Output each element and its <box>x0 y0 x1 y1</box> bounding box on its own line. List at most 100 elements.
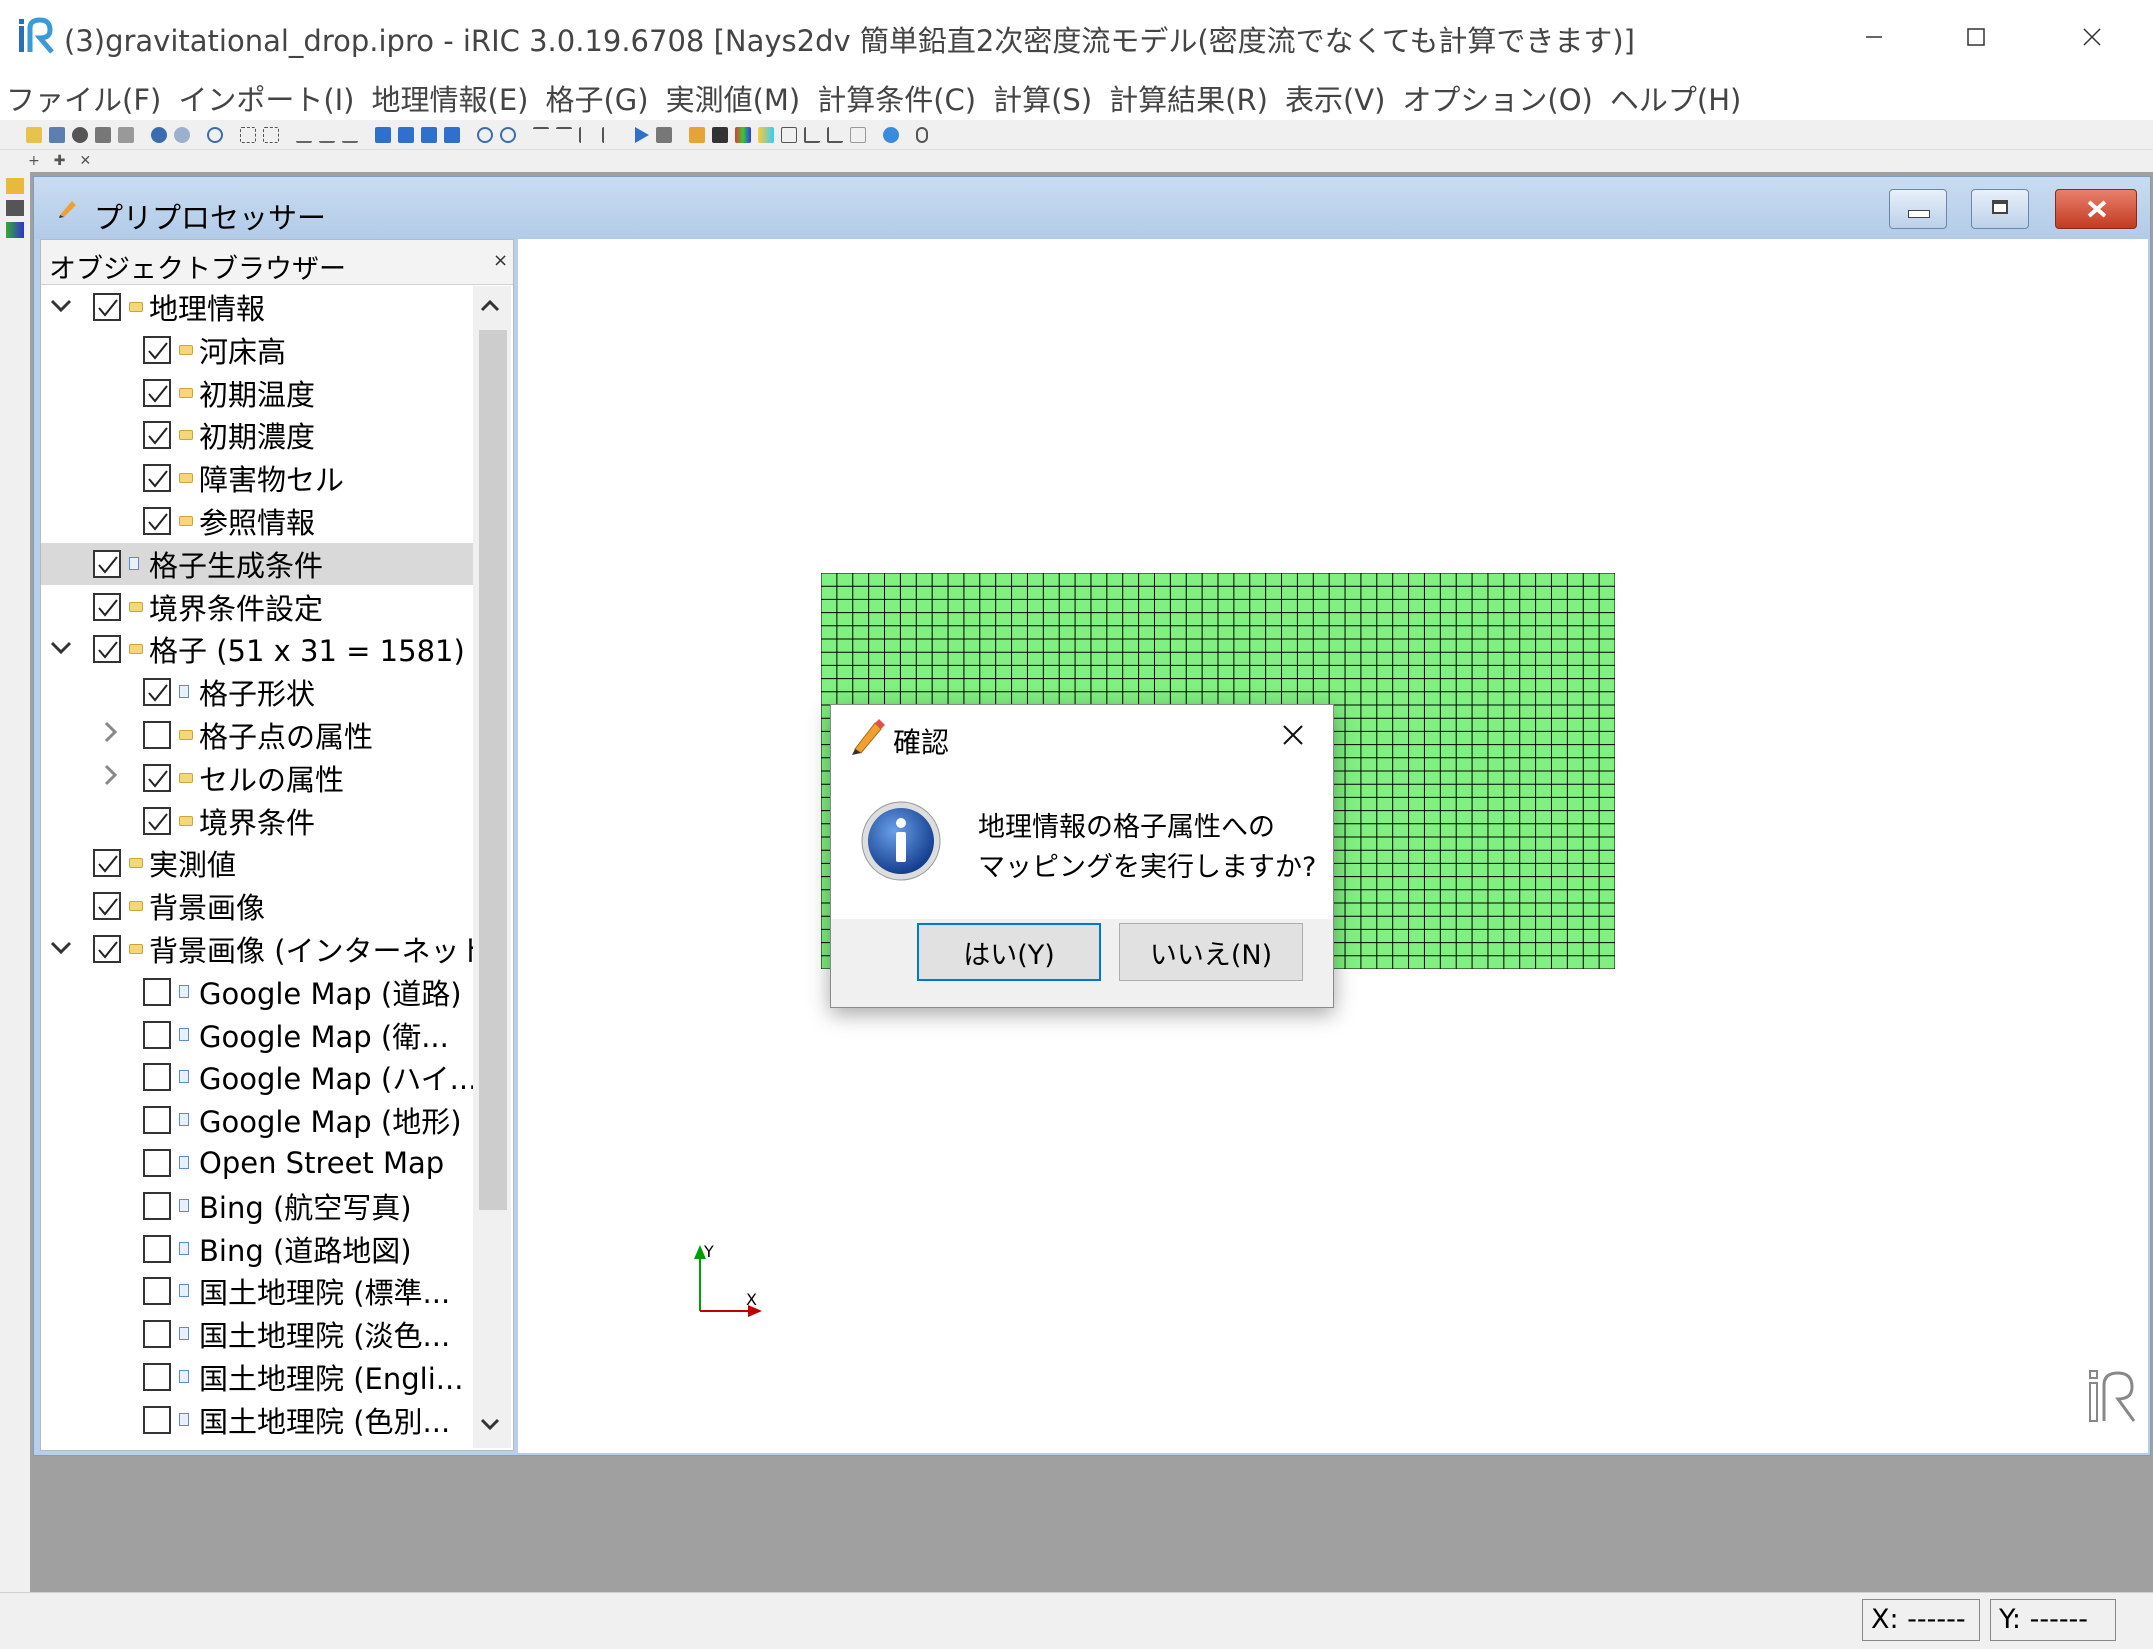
tree-item[interactable]: Google Map (ハイ... <box>41 1056 473 1098</box>
close-panel-icon[interactable]: ✕ <box>79 153 91 169</box>
scrollbar-thumb[interactable] <box>479 330 507 1210</box>
tree-item[interactable]: Open Street Map <box>41 1142 473 1184</box>
tree-checkbox[interactable] <box>93 935 121 963</box>
tree-checkbox[interactable] <box>143 378 171 407</box>
menu-geodata[interactable]: 地理情報(E) <box>372 77 529 119</box>
chart-icon[interactable] <box>850 126 866 143</box>
tree-item[interactable]: 河床高 <box>41 329 473 371</box>
rotate-x-icon[interactable] <box>296 127 312 143</box>
scale-x2-icon[interactable] <box>556 126 572 143</box>
tree-checkbox[interactable] <box>143 507 171 535</box>
color-grid-icon[interactable] <box>735 126 751 143</box>
tree-item[interactable]: Bing (道路地図) <box>41 1228 473 1270</box>
tree-item[interactable]: 背景画像 (インターネット) <box>41 928 473 970</box>
tree-checkbox[interactable] <box>143 678 171 707</box>
tree-checkbox[interactable] <box>93 592 121 621</box>
child-close-button[interactable] <box>2055 189 2137 229</box>
save-icon[interactable] <box>49 126 65 143</box>
tree-item[interactable]: 地理情報 <box>41 286 473 328</box>
scale-y2-icon[interactable] <box>602 126 618 143</box>
chevron-down-icon[interactable] <box>49 295 73 320</box>
tree-checkbox[interactable] <box>143 1106 171 1135</box>
redo-icon[interactable] <box>174 126 190 143</box>
tree-item[interactable]: セルの属性 <box>41 757 473 799</box>
tree-item[interactable]: 格子生成条件 <box>41 542 473 585</box>
tree-item[interactable]: 国土地理院 (Engli... <box>41 1356 473 1398</box>
refresh-icon[interactable] <box>883 126 899 143</box>
zoom-in-icon[interactable] <box>477 126 493 143</box>
tree-item[interactable]: 格子 (51 x 31 = 1581) <box>41 628 473 670</box>
tree-item[interactable]: 境界条件 <box>41 800 473 842</box>
solver-icon[interactable] <box>6 200 24 216</box>
tree-item[interactable]: 国土地理院 (標準... <box>41 1270 473 1312</box>
menu-results[interactable]: 計算結果(R) <box>1109 77 1268 119</box>
chevron-down-icon[interactable] <box>49 637 73 662</box>
menu-import[interactable]: インポート(I) <box>178 77 354 119</box>
object-tree-scrollbar[interactable] <box>473 286 511 1448</box>
pencil-icon[interactable] <box>689 126 705 143</box>
scale-y-icon[interactable] <box>579 126 595 143</box>
tree-item[interactable]: 初期濃度 <box>41 414 473 456</box>
tree-checkbox[interactable] <box>93 849 121 878</box>
tree-item[interactable]: Bing (航空写真) <box>41 1185 473 1227</box>
tree-checkbox[interactable] <box>143 1320 171 1349</box>
tree-checkbox[interactable] <box>93 635 121 664</box>
tree-item[interactable]: 背景画像 <box>41 885 473 927</box>
tree-checkbox[interactable] <box>143 1020 171 1049</box>
pin-icon[interactable]: + <box>28 153 40 169</box>
tree-item[interactable]: 参照情報 <box>41 500 473 542</box>
tree-checkbox[interactable] <box>93 892 121 921</box>
move-right-icon[interactable] <box>398 126 414 143</box>
tree-checkbox[interactable] <box>143 1363 171 1391</box>
tree-checkbox[interactable] <box>143 806 171 835</box>
postprocessor-icon[interactable] <box>6 222 24 238</box>
tree-checkbox[interactable] <box>143 1063 171 1092</box>
tree-checkbox[interactable] <box>143 1149 171 1177</box>
menu-file[interactable]: ファイル(F) <box>6 77 161 119</box>
run-icon[interactable] <box>635 126 649 143</box>
tree-item[interactable]: 格子点の属性 <box>41 714 473 756</box>
tree-item[interactable]: 実測値 <box>41 842 473 884</box>
tree-checkbox[interactable] <box>143 977 171 1006</box>
tree-item[interactable]: 境界条件設定 <box>41 586 473 628</box>
print-icon[interactable] <box>118 126 134 143</box>
rotate-y-icon[interactable] <box>319 127 335 143</box>
snapshot-icon[interactable] <box>72 126 88 143</box>
tree-checkbox[interactable] <box>143 464 171 493</box>
child-restore-button[interactable] <box>1971 189 2029 229</box>
rotate-z-icon[interactable] <box>342 127 358 143</box>
stop-icon[interactable] <box>656 126 672 143</box>
mouse-icon[interactable] <box>916 126 928 143</box>
chevron-right-icon[interactable] <box>99 720 123 750</box>
tree-item[interactable]: Google Map (地形) <box>41 1099 473 1141</box>
palette-icon[interactable] <box>758 126 774 143</box>
tree-checkbox[interactable] <box>143 1191 171 1220</box>
zoom-box-icon[interactable] <box>207 126 223 143</box>
close-window-button[interactable] <box>2056 12 2128 62</box>
tree-item[interactable]: 格子形状 <box>41 671 473 713</box>
tree-checkbox[interactable] <box>143 763 171 792</box>
menu-measured[interactable]: 実測値(M) <box>666 77 801 119</box>
tree-checkbox[interactable] <box>93 293 121 321</box>
tree-checkbox[interactable] <box>143 421 171 450</box>
menu-calc[interactable]: 計算(S) <box>993 77 1092 119</box>
tree-checkbox[interactable] <box>143 1405 171 1434</box>
tree-item[interactable]: Google Map (衛... <box>41 1014 473 1056</box>
yes-button[interactable]: はい(Y) <box>917 923 1101 981</box>
move-icon[interactable]: ✚ <box>54 153 66 169</box>
fit-icon[interactable] <box>240 126 256 143</box>
tree-checkbox[interactable] <box>143 1277 171 1306</box>
minimize-button[interactable] <box>1838 12 1910 62</box>
fit-select-icon[interactable] <box>263 126 279 143</box>
preprocessor-icon[interactable] <box>6 178 24 194</box>
child-minimize-button[interactable] <box>1889 189 1947 229</box>
chevron-right-icon[interactable] <box>99 763 123 793</box>
monitor-icon[interactable] <box>712 126 728 143</box>
table-icon[interactable] <box>781 126 797 143</box>
open-folder-icon[interactable] <box>26 126 42 143</box>
graph-icon[interactable] <box>804 126 820 143</box>
tree-item[interactable]: 国土地理院 (淡色... <box>41 1313 473 1355</box>
zoom-out-icon[interactable] <box>500 126 516 143</box>
undo-icon[interactable] <box>151 126 167 143</box>
no-button[interactable]: いいえ(N) <box>1119 923 1303 981</box>
